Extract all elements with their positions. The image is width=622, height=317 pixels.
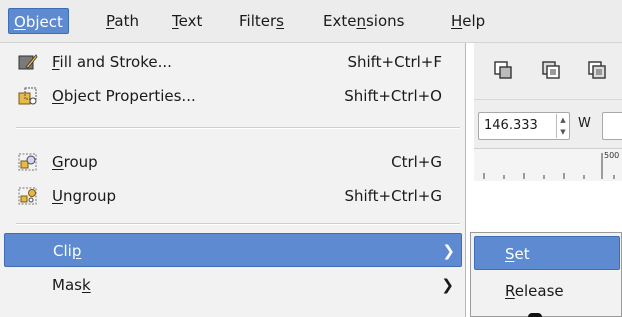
- object-properties-icon: [18, 87, 37, 105]
- menu-path[interactable]: Path: [101, 8, 144, 34]
- raise-to-top-icon[interactable]: [492, 59, 514, 81]
- shortcut-label: Ctrl+G: [391, 153, 442, 171]
- menu-help[interactable]: Help: [446, 8, 490, 34]
- clip-submenu: Set Release: [470, 232, 622, 317]
- menu-text[interactable]: Text: [167, 8, 207, 34]
- canvas-object: [528, 313, 542, 317]
- more-arrow-icon: [440, 309, 450, 317]
- menu-extensions[interactable]: Extensions: [318, 8, 409, 34]
- menu-separator: [16, 127, 460, 129]
- menu-bar: Object Path Text Filters Extensions Help: [0, 0, 622, 43]
- menu-filters[interactable]: Filters: [234, 8, 289, 34]
- menu-object[interactable]: Object: [8, 8, 69, 34]
- submenu-arrow-icon: ❯: [441, 276, 454, 294]
- menu-item-object-properties[interactable]: Object Properties... Shift+Ctrl+O: [0, 79, 464, 113]
- menu-item-clip[interactable]: Clip ❯: [4, 233, 462, 267]
- menu-item-mask[interactable]: Mask ❯: [0, 268, 464, 302]
- raise-icon[interactable]: [540, 59, 562, 81]
- lower-icon[interactable]: [586, 59, 608, 81]
- submenu-item-release[interactable]: Release: [474, 274, 620, 308]
- submenu-item-set[interactable]: Set: [474, 236, 620, 270]
- width-input[interactable]: [602, 112, 622, 140]
- menu-item-group[interactable]: Group Ctrl+G: [0, 145, 464, 179]
- width-label: W: [578, 116, 591, 131]
- horizontal-ruler: 500: [474, 148, 622, 182]
- menu-item-fill-and-stroke[interactable]: Fill and Stroke... Shift+Ctrl+F: [0, 45, 464, 79]
- ruler-label: 500: [604, 151, 620, 160]
- submenu-arrow-icon: ❯: [442, 242, 455, 260]
- fill-stroke-icon: [18, 54, 38, 70]
- ruler-ticks: [483, 153, 615, 179]
- menu-separator: [16, 223, 460, 225]
- menu-item-ungroup[interactable]: Ungroup Shift+Ctrl+G: [0, 179, 464, 213]
- shortcut-label: Shift+Ctrl+F: [347, 53, 442, 71]
- ungroup-icon: [18, 187, 37, 205]
- x-spin-buttons[interactable]: ▲ ▼: [556, 114, 569, 138]
- group-icon: [18, 153, 37, 171]
- shortcut-label: Shift+Ctrl+O: [344, 87, 442, 105]
- toolbar-row: [474, 43, 622, 100]
- shortcut-label: Shift+Ctrl+G: [344, 187, 442, 205]
- object-menu: Fill and Stroke... Shift+Ctrl+F Object P…: [0, 43, 466, 317]
